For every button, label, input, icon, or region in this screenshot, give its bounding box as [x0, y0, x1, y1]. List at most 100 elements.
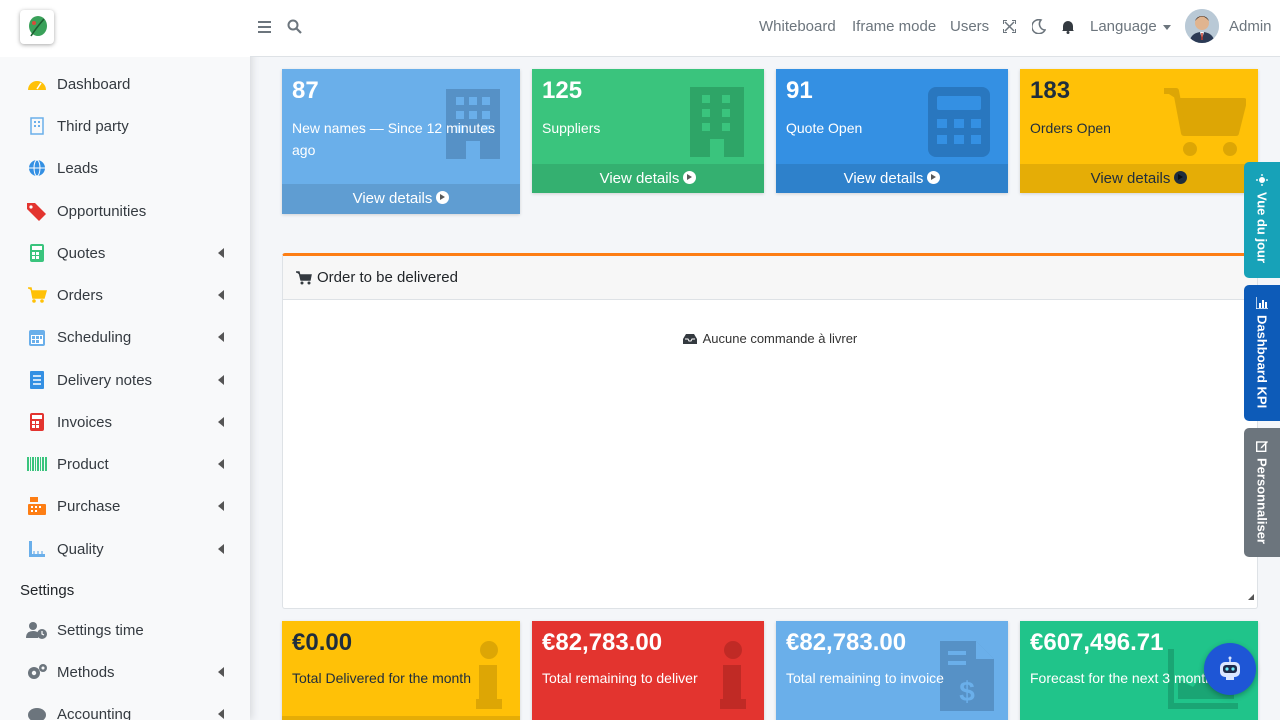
calculator-icon [26, 243, 48, 263]
sidebar-item-methods[interactable]: Methods [0, 654, 250, 690]
sidebar-item-purchase[interactable]: Purchase [0, 488, 250, 524]
language-dropdown[interactable]: Language [1090, 18, 1171, 35]
moon-icon[interactable] [1031, 18, 1047, 39]
stat-value: 183 [1030, 77, 1071, 104]
language-label: Language [1090, 18, 1157, 35]
inbox-icon [682, 334, 697, 344]
caret-down-icon [1162, 24, 1171, 30]
chevron-left-icon [218, 501, 224, 511]
empty-state: Aucune commande à livrer [283, 331, 1257, 346]
piggy-bank-icon [26, 704, 48, 720]
view-details-label: View details [843, 170, 924, 187]
barcode-icon [26, 454, 48, 474]
sidebar-item-label: Scheduling [57, 328, 132, 346]
view-details-link[interactable]: View details [282, 184, 520, 214]
empty-message: Aucune commande à livrer [702, 331, 858, 346]
tab-personnaliser[interactable]: Personnaliser [1244, 428, 1280, 557]
arrow-circle-right-icon [1174, 171, 1188, 184]
sidebar-item-invoices[interactable]: Invoices [0, 404, 250, 440]
chevron-left-icon [218, 544, 224, 554]
sidebar-item-leads[interactable]: Leads [0, 150, 250, 186]
user-clock-icon [26, 620, 48, 640]
view-details-label: View details [1090, 170, 1171, 187]
cogs-icon [26, 662, 48, 682]
nav-link-users[interactable]: Users [950, 18, 989, 35]
total-box-remaining-deliver: €82,783.00 Total remaining to deliver [532, 621, 764, 720]
sidebar-item-accounting[interactable]: Accounting [0, 696, 250, 720]
sidebar-item-label: Purchase [57, 497, 121, 515]
view-details-label: View details [599, 170, 680, 187]
sidebar: Dashboard Third party Leads Opportunitie… [0, 0, 250, 720]
sidebar-item-label: Dashboard [57, 75, 131, 93]
tab-dashboard-kpi[interactable]: Dashboard KPI [1244, 285, 1280, 421]
total-box-delivered: €0.00 Total Delivered for the month [282, 621, 520, 720]
sidebar-item-dashboard[interactable]: Dashboard [0, 66, 250, 102]
user-name[interactable]: Admin [1229, 18, 1272, 35]
cash-register-icon [26, 496, 48, 516]
chevron-left-icon [218, 375, 224, 385]
ruler-icon [26, 539, 48, 559]
sun-icon [1256, 174, 1268, 186]
stat-value: 91 [786, 77, 813, 104]
total-value: €82,783.00 [542, 629, 663, 656]
stat-label: Quote Open [786, 120, 863, 136]
sidebar-item-label: Invoices [57, 413, 113, 431]
leaf-logo-icon [29, 16, 47, 37]
stat-box-orders-open: 183 Orders Open View details [1020, 69, 1258, 193]
sidebar-item-settings-time[interactable]: Settings time [0, 612, 250, 648]
tab-vue-du-jour[interactable]: Vue du jour [1244, 162, 1280, 278]
view-details-label: View details [352, 190, 433, 207]
sidebar-item-third-party[interactable]: Third party [0, 108, 250, 144]
arrow-circle-right-icon [927, 171, 941, 184]
cart-icon [26, 285, 48, 305]
resize-handle-icon[interactable] [1248, 587, 1254, 605]
chevron-left-icon [218, 459, 224, 469]
chevron-left-icon [218, 248, 224, 258]
view-details-link[interactable]: View details [532, 164, 764, 193]
brand [0, 0, 250, 57]
sidebar-item-quality[interactable]: Quality [0, 531, 250, 567]
sidebar-item-label: Third party [57, 117, 129, 135]
total-label: Total remaining to invoice [786, 670, 944, 686]
chevron-left-icon [218, 709, 224, 719]
chatbot-button[interactable] [1204, 643, 1256, 695]
total-label: Total Delivered for the month [292, 670, 471, 686]
view-details-link[interactable]: View details [776, 164, 1008, 193]
gauge-icon [26, 74, 48, 94]
avatar[interactable] [1185, 9, 1219, 43]
stat-box-new-names: 87 New names — Since 12 minutes ago View… [282, 69, 520, 214]
stat-label: Orders Open [1030, 120, 1111, 136]
calendar-icon [26, 327, 48, 347]
sidebar-item-opportunities[interactable]: Opportunities [0, 193, 250, 229]
arrow-circle-right-icon [436, 191, 450, 204]
stat-box-suppliers: 125 Suppliers View details [532, 69, 764, 193]
search-icon[interactable] [287, 19, 302, 39]
stat-value: 125 [542, 77, 583, 104]
stat-value: 87 [292, 77, 319, 104]
settings-header: Settings [20, 582, 75, 599]
sidebar-item-quotes[interactable]: Quotes [0, 235, 250, 271]
fullscreen-icon[interactable] [1002, 19, 1017, 38]
sidebar-item-label: Methods [57, 663, 115, 681]
orders-to-deliver-card: Order to be delivered Aucune commande à … [282, 253, 1258, 609]
nav-link-whiteboard[interactable]: Whiteboard [759, 18, 836, 35]
sidebar-item-orders[interactable]: Orders [0, 277, 250, 313]
sidebar-item-label: Leads [57, 159, 98, 177]
chevron-left-icon [218, 290, 224, 300]
hamburger-menu-icon[interactable] [258, 20, 271, 38]
top-navbar: Whiteboard Iframe mode Users Language Ad… [250, 0, 1280, 57]
total-value: €607,496.71 [1030, 629, 1164, 656]
stat-label: Suppliers [542, 120, 601, 136]
document-icon [26, 370, 48, 390]
stat-label: New names — Since 12 minutes ago [292, 120, 496, 158]
sidebar-item-scheduling[interactable]: Scheduling [0, 319, 250, 355]
stat-box-quote-open: 91 Quote Open View details [776, 69, 1008, 193]
sidebar-item-label: Delivery notes [57, 371, 153, 389]
brand-logo[interactable] [20, 10, 54, 44]
view-details-link[interactable]: View details [1020, 164, 1258, 193]
nav-link-iframe-mode[interactable]: Iframe mode [852, 18, 936, 35]
sidebar-item-delivery-notes[interactable]: Delivery notes [0, 362, 250, 398]
sidebar-item-label: Quotes [57, 244, 106, 262]
sidebar-item-product[interactable]: Product [0, 446, 250, 482]
bell-icon[interactable] [1061, 19, 1075, 39]
